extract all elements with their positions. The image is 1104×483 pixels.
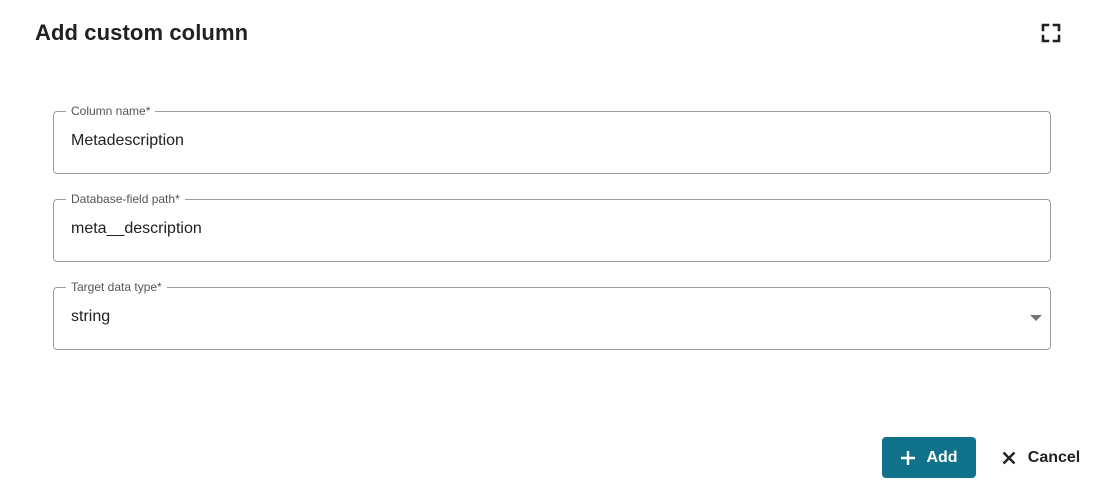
caret-down-icon[interactable]	[1030, 315, 1042, 321]
close-icon	[1002, 451, 1016, 465]
add-button[interactable]: Add	[882, 437, 976, 478]
fullscreen-button[interactable]	[1038, 20, 1064, 46]
database-field-path-field[interactable]: Database-field path* meta__description	[53, 192, 1051, 262]
add-custom-column-dialog: Add custom column Column name* Metadescr…	[0, 0, 1104, 483]
plus-icon	[900, 450, 916, 466]
column-name-label: Column name*	[66, 104, 156, 118]
cancel-button[interactable]: Cancel	[995, 437, 1087, 478]
column-name-input[interactable]: Metadescription	[71, 131, 184, 151]
add-button-label: Add	[926, 448, 958, 466]
column-name-field[interactable]: Column name* Metadescription	[53, 104, 1051, 174]
fullscreen-icon	[1041, 23, 1061, 43]
database-field-path-input[interactable]: meta__description	[71, 219, 202, 239]
dialog-title: Add custom column	[35, 20, 249, 45]
database-field-path-label: Database-field path*	[66, 192, 185, 206]
cancel-button-label: Cancel	[1027, 448, 1081, 466]
target-data-type-label: Target data type*	[66, 280, 167, 294]
target-data-type-value[interactable]: string	[71, 307, 110, 327]
target-data-type-select[interactable]: Target data type* string	[53, 280, 1051, 350]
